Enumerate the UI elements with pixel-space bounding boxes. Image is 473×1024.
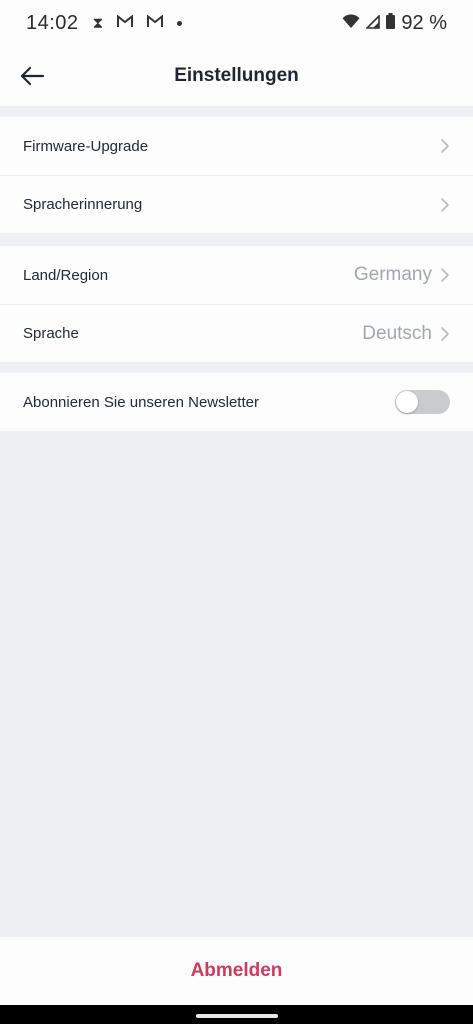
chevron-right-icon [440,138,450,154]
battery-icon [386,12,396,35]
hourglass-icon: ⧗ [92,14,104,32]
page-title: Einstellungen [174,65,299,86]
settings-group-newsletter: Abonnieren Sie unseren Newsletter [0,373,473,431]
row-label: Sprache [23,325,79,342]
screen: 14:02 ⧗ 92 % Einstellungen Firmware-Upgr… [0,0,473,1024]
home-indicator[interactable] [196,1014,278,1018]
app-header: Einstellungen [0,46,473,106]
row-label: Firmware-Upgrade [23,137,149,155]
settings-group-device: Firmware-Upgrade Spracherinnerung [0,117,473,233]
logout-button[interactable]: Abmelden [191,960,283,982]
battery-percentage: 92 % [401,11,447,34]
status-bar: 14:02 ⧗ 92 % [0,0,473,46]
language-item[interactable]: Sprache Deutsch [0,304,473,362]
gmail-icon [117,13,134,32]
logout-bar: Abmelden [0,937,473,1005]
newsletter-item: Abonnieren Sie unseren Newsletter [0,373,473,431]
status-time: 14:02 [26,11,79,34]
chevron-right-icon [440,267,450,283]
chevron-right-icon [440,197,450,213]
arrow-left-icon [20,66,45,86]
row-label: Land/Region [23,266,109,284]
language-value: Deutsch [362,322,432,344]
signal-icon [365,12,381,35]
country-region-item[interactable]: Land/Region Germany [0,246,473,304]
chevron-right-icon [440,326,450,342]
newsletter-toggle[interactable] [395,390,450,414]
country-value: Germany [353,264,432,285]
status-right: 92 % [342,12,447,35]
row-label: Abonnieren Sie unseren Newsletter [23,393,259,411]
settings-group-locale: Land/Region Germany Sprache Deutsch [0,246,473,362]
toggle-knob [396,391,418,413]
row-label: Spracherinnerung [23,196,143,213]
system-nav-bar [0,1005,473,1024]
status-left: 14:02 ⧗ [26,11,183,35]
firmware-upgrade-item[interactable]: Firmware-Upgrade [0,117,473,175]
gmail-icon [147,13,164,32]
notification-dot-icon [177,20,183,26]
wifi-icon [342,12,360,35]
voice-reminder-item[interactable]: Spracherinnerung [0,175,473,233]
back-button[interactable] [10,54,54,98]
